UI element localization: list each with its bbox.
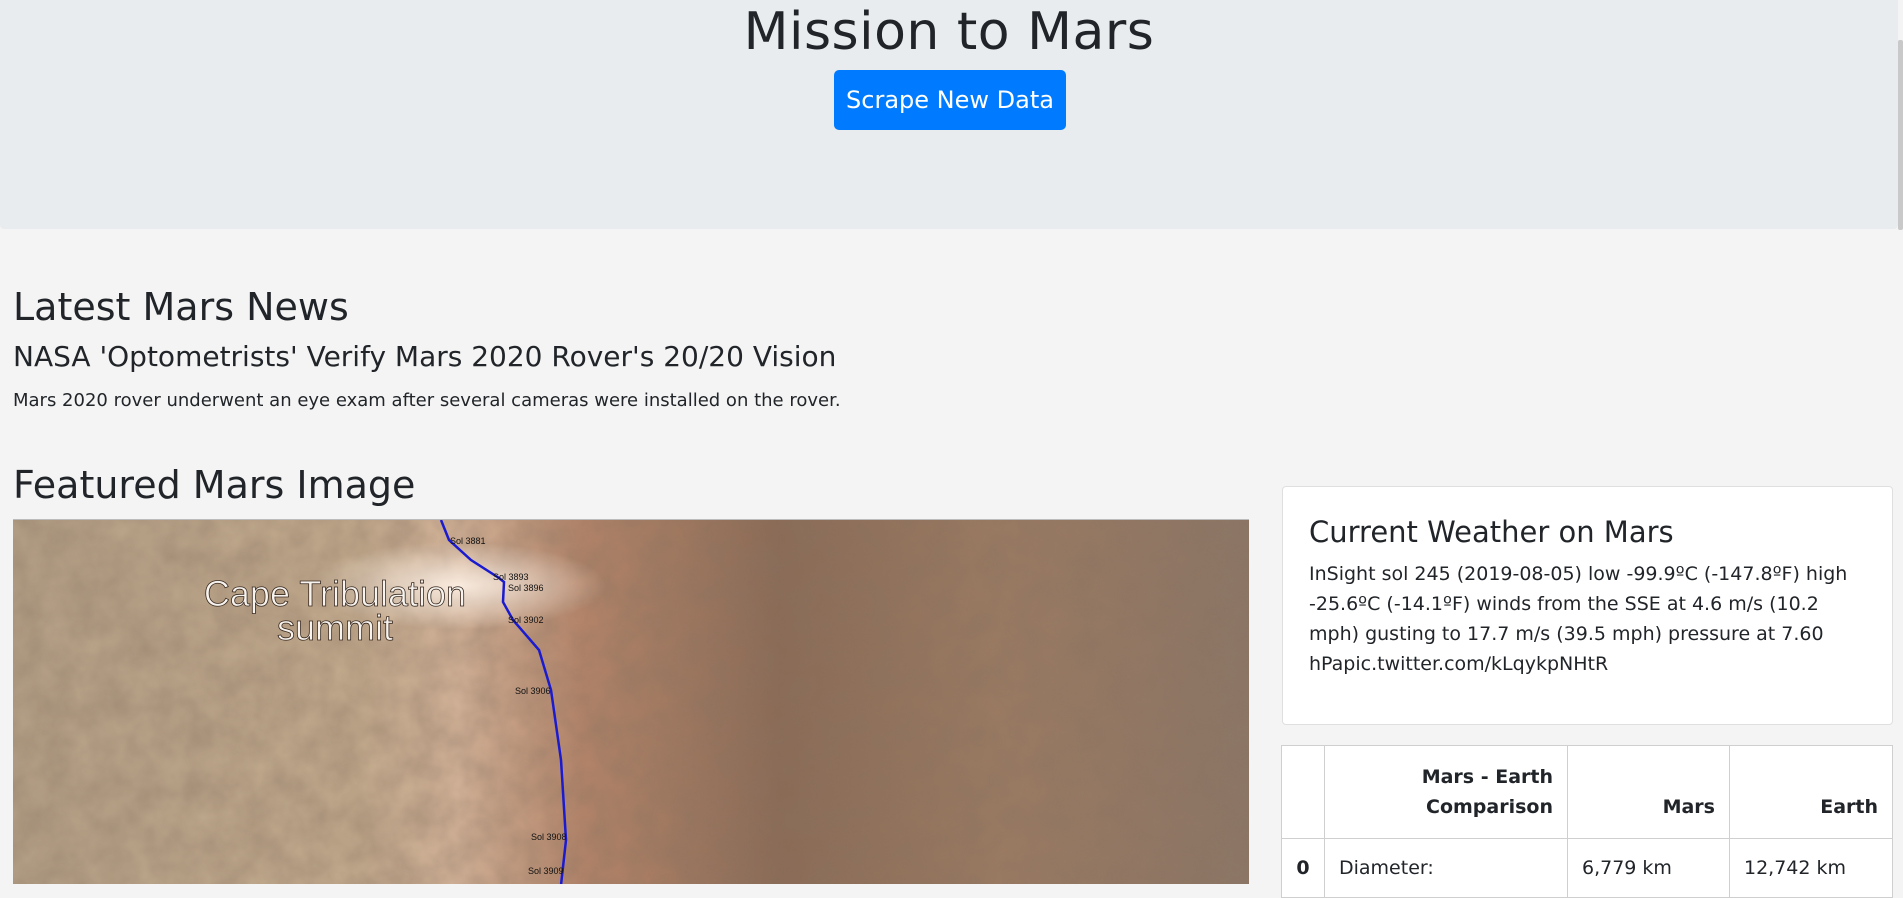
featured-mars-image[interactable]: Sol 3881 Sol 3893 Sol 3896 Sol 3902 Sol … [13, 519, 1249, 884]
table-cell-label: Diameter: [1324, 838, 1568, 898]
featured-image-heading: Featured Mars Image [13, 463, 416, 507]
table-header-mars: Mars [1567, 745, 1730, 839]
latest-news-heading: Latest Mars News [13, 285, 349, 329]
sol-label: Sol 3893 [493, 572, 529, 582]
table-header-index [1281, 745, 1325, 839]
image-caption-line2: summit [277, 607, 393, 648]
news-headline: NASA 'Optometrists' Verify Mars 2020 Rov… [13, 340, 837, 373]
sol-label: Sol 3896 [508, 583, 544, 593]
table-cell-mars: 6,779 km [1567, 838, 1730, 898]
news-teaser: Mars 2020 rover underwent an eye exam af… [13, 390, 841, 411]
mars-terrain-image: Sol 3881 Sol 3893 Sol 3896 Sol 3902 Sol … [13, 520, 1249, 884]
sol-label: Sol 3909 [528, 866, 564, 876]
mars-facts-table: Mars - Earth Comparison Mars Earth 0 Dia… [1281, 745, 1893, 898]
weather-title: Current Weather on Mars [1309, 515, 1674, 549]
weather-text: InSight sol 245 (2019-08-05) low -99.9ºC… [1309, 563, 1848, 675]
weather-card: Current Weather on Mars InSight sol 245 … [1282, 486, 1893, 725]
table-row: 0 Diameter: 6,779 km 12,742 km [1281, 838, 1893, 898]
sol-label: Sol 3906 [515, 686, 551, 696]
table-cell-earth: 12,742 km [1729, 838, 1893, 898]
table-cell-index: 0 [1281, 838, 1325, 898]
table-header-row: Mars - Earth Comparison Mars Earth [1281, 745, 1893, 839]
scrollbar[interactable] [1898, 0, 1903, 884]
scrollbar-thumb[interactable] [1898, 40, 1903, 230]
table-header-earth: Earth [1729, 745, 1893, 839]
sol-label: Sol 3902 [508, 615, 544, 625]
jumbotron-header: Mission to Mars Scrape New Data [0, 0, 1898, 229]
page-title: Mission to Mars [743, 2, 1155, 62]
sol-label: Sol 3908 [531, 832, 567, 842]
sol-label: Sol 3881 [450, 536, 486, 546]
table-header-comparison: Mars - Earth Comparison [1324, 745, 1568, 839]
scrape-new-data-button[interactable]: Scrape New Data [834, 70, 1066, 130]
